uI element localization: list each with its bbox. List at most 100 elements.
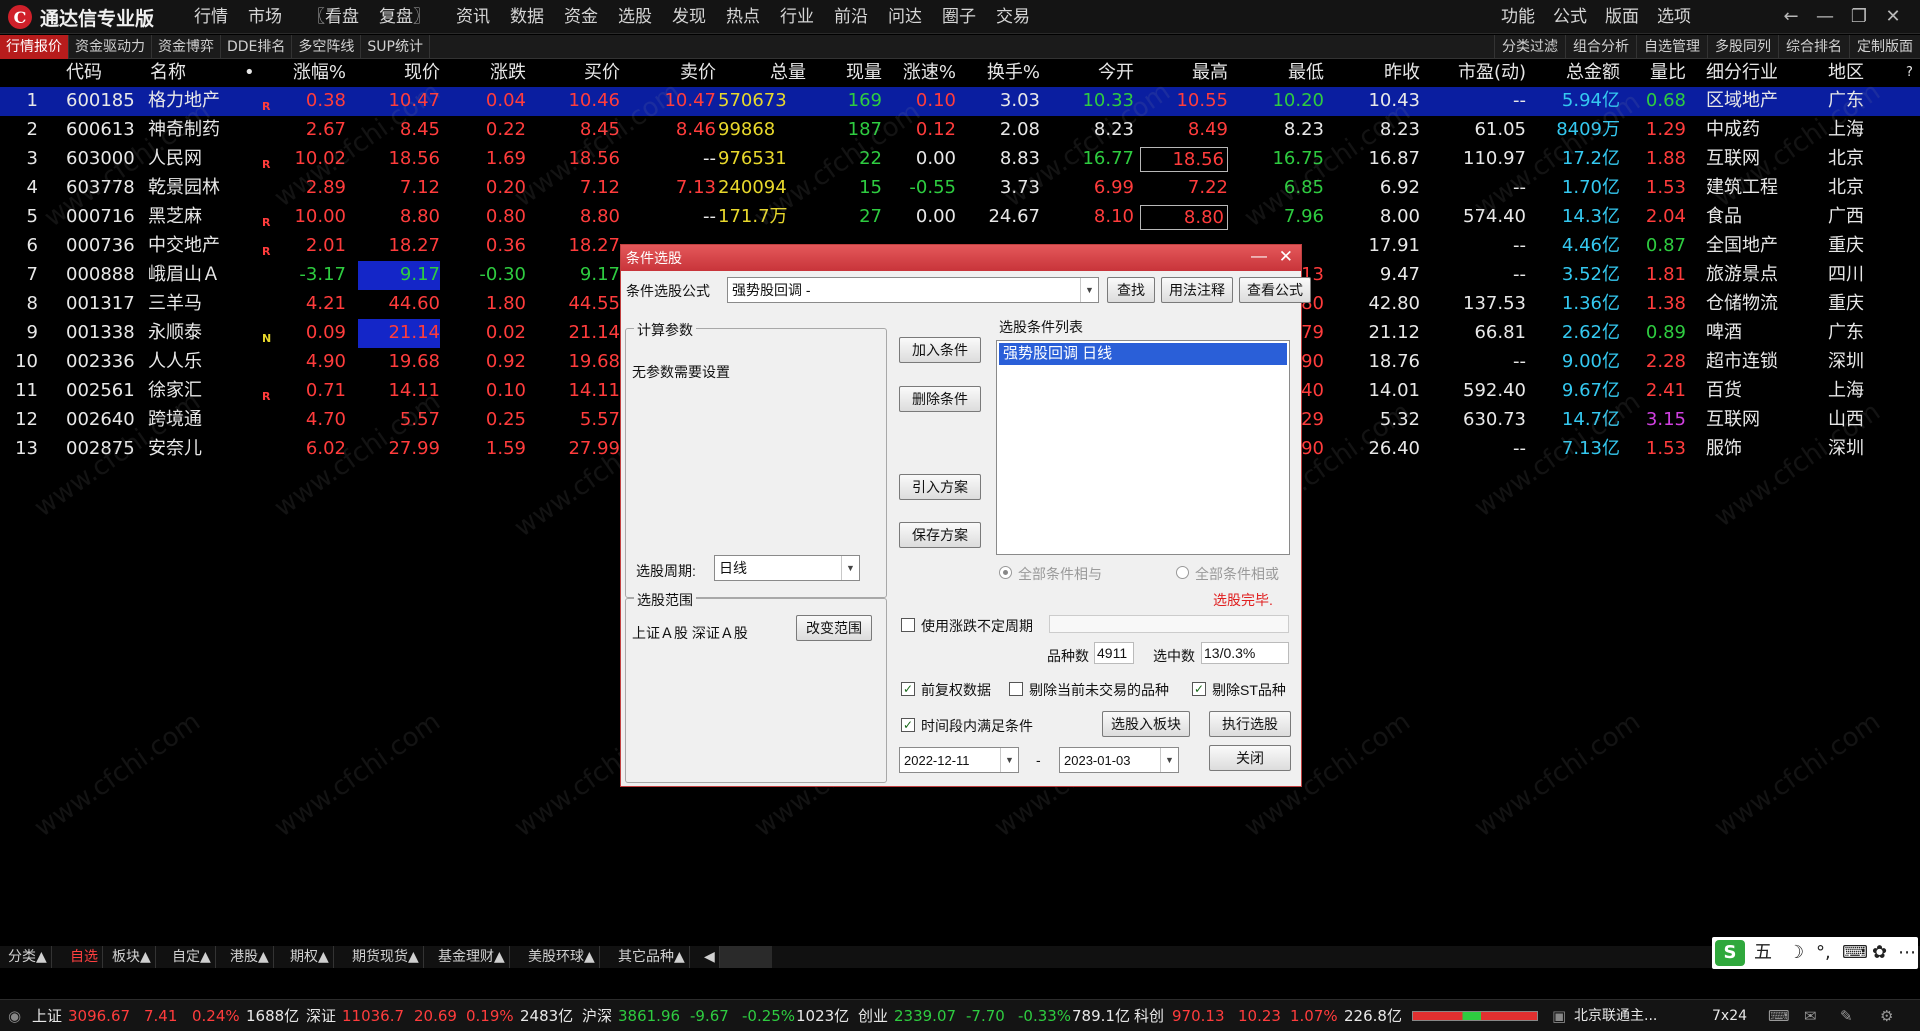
indefinite-period-checkbox[interactable] [901, 618, 915, 632]
function-tab[interactable]: 定制版面 [1849, 35, 1920, 59]
view-formula-button[interactable]: 查看公式 [1239, 277, 1311, 303]
close-dialog-button[interactable]: 关闭 [1209, 745, 1291, 771]
restore-button[interactable]: ❐ [1842, 0, 1876, 34]
menu-item[interactable]: 发现 [662, 0, 716, 34]
date-to-picker[interactable]: 2023-01-03 ▼ [1059, 747, 1179, 773]
right-menu-item[interactable]: 选项 [1648, 0, 1700, 34]
column-header[interactable]: 昨收 [1328, 59, 1420, 87]
exclude-notrade-checkbox[interactable] [1009, 682, 1023, 696]
table-row[interactable]: 5 000716 黑芝麻 R 10.00 8.80 0.80 8.80 -- 171.7万 27 0.… [0, 203, 1920, 232]
column-header[interactable]: 细分行业 [1706, 59, 1816, 87]
ime-key-icon[interactable]: ✿ [1872, 937, 1887, 969]
bottom-tab[interactable]: 板块▲ [108, 946, 156, 968]
exclude-st-checkbox[interactable]: ✓ [1192, 682, 1206, 696]
menu-item[interactable]: 交易 [986, 0, 1040, 34]
cy-label[interactable]: 创业 [858, 1000, 888, 1031]
view-tab[interactable]: 行情报价 [0, 35, 69, 59]
usage-notes-button[interactable]: 用法注释 [1161, 277, 1233, 303]
and-radio[interactable] [999, 566, 1012, 579]
view-tab[interactable]: 资金博弈 [152, 35, 221, 59]
menu-item[interactable]: 选股 [608, 0, 662, 34]
formula-select[interactable]: 强势股回调 - ▼ [727, 277, 1099, 303]
hs-label[interactable]: 沪深 [582, 1000, 612, 1031]
ime-key-icon[interactable]: °, [1816, 937, 1831, 969]
execute-button[interactable]: 执行选股 [1209, 711, 1291, 737]
gear-icon[interactable]: ⚙ [1880, 1000, 1893, 1031]
find-button[interactable]: 查找 [1107, 277, 1155, 303]
column-header[interactable]: 总量 [718, 59, 806, 87]
bottom-tab[interactable]: 自定▲ [168, 946, 216, 968]
table-row[interactable]: 2 600613 神奇制药 2.67 8.45 0.22 8.45 8.46 99868 187 0… [0, 116, 1920, 145]
column-header[interactable]: 现价 [358, 59, 440, 87]
help-icon[interactable]: ? [1906, 59, 1918, 87]
save-scheme-button[interactable]: 保存方案 [899, 522, 981, 548]
menu-item[interactable]: 问达 [878, 0, 932, 34]
function-tab[interactable]: 多股同列 [1707, 35, 1778, 59]
menu-item[interactable]: 行业 [770, 0, 824, 34]
column-header[interactable]: 现量 [812, 59, 882, 87]
function-tab[interactable]: 综合排名 [1778, 35, 1849, 59]
menu-item[interactable]: 数据 [500, 0, 554, 34]
column-header[interactable]: 涨速% [886, 59, 956, 87]
right-menu-item[interactable]: 功能 [1492, 0, 1544, 34]
ime-key-icon[interactable]: 五 [1754, 937, 1772, 969]
app-logo[interactable]: C 通达信专业版 [8, 5, 154, 30]
import-scheme-button[interactable]: 引入方案 [899, 474, 981, 500]
minimize-button[interactable]: — [1808, 0, 1842, 34]
menu-item[interactable]: 资讯 [446, 0, 500, 34]
column-header[interactable]: 涨幅% [278, 59, 346, 87]
column-header[interactable]: 市盈(动) [1424, 59, 1526, 87]
server-name[interactable]: 北京联通主... [1574, 1000, 1657, 1031]
menu-item[interactable]: 前沿 [824, 0, 878, 34]
period-satisfy-checkbox[interactable]: ✓ [901, 718, 915, 732]
kc-label[interactable]: 科创 [1134, 1000, 1164, 1031]
right-menu-item[interactable]: 版面 [1596, 0, 1648, 34]
bottom-tab[interactable]: 期权▲ [286, 946, 334, 968]
to-block-button[interactable]: 选股入板块 [1102, 711, 1190, 737]
view-tab[interactable]: 多空阵线 [292, 35, 362, 59]
column-header[interactable]: 卖价 [622, 59, 716, 87]
right-menu-item[interactable]: 公式 [1544, 0, 1596, 34]
settings-icon[interactable]: ◉ [8, 1000, 21, 1031]
column-header[interactable]: 最低 [1234, 59, 1324, 87]
ime-key-icon[interactable]: ⌨ [1842, 937, 1868, 969]
view-tab[interactable]: SUP统计 [361, 35, 430, 59]
column-header[interactable]: 代码 [66, 59, 146, 87]
column-header[interactable]: 名称 [150, 59, 240, 87]
menu-item[interactable]: 资金 [554, 0, 608, 34]
column-header[interactable]: 地区 [1828, 59, 1878, 87]
table-row[interactable]: 4 603778 乾景园林 2.89 7.12 0.20 7.12 7.13 240094 15 -… [0, 174, 1920, 203]
sz-label[interactable]: 深证 [306, 1000, 336, 1031]
close-button[interactable]: ✕ [1876, 0, 1910, 34]
server-icon[interactable]: ▣ [1552, 1000, 1566, 1031]
column-header[interactable]: • [244, 59, 258, 87]
function-tab[interactable]: 组合分析 [1565, 35, 1636, 59]
menu-item[interactable]: 圈子 [932, 0, 986, 34]
condition-list-item[interactable]: 强势股回调 日线 [999, 343, 1287, 365]
column-header[interactable]: 量比 [1624, 59, 1686, 87]
change-range-button[interactable]: 改变范围 [796, 615, 872, 641]
tools-icon[interactable]: ✎ [1840, 1000, 1853, 1031]
function-tab[interactable]: 自选管理 [1636, 35, 1707, 59]
view-tab[interactable]: 资金驱动力 [69, 35, 152, 59]
period-select[interactable]: 日线 ▼ [714, 555, 860, 581]
column-header[interactable]: 最高 [1140, 59, 1228, 87]
dialog-minimize-icon[interactable]: — [1251, 245, 1267, 269]
column-header[interactable]: 买价 [530, 59, 620, 87]
menu-item[interactable]: 〖看盘 [298, 0, 369, 34]
menu-item[interactable]: 热点 [716, 0, 770, 34]
dialog-close-icon[interactable]: ✕ [1279, 245, 1293, 269]
delete-condition-button[interactable]: 删除条件 [899, 386, 981, 412]
menu-item[interactable]: 市场 [238, 0, 292, 34]
column-header[interactable]: 今开 [1044, 59, 1134, 87]
menu-item[interactable]: 行情 [184, 0, 238, 34]
sogou-logo-icon[interactable]: S [1715, 940, 1745, 966]
bottom-tab[interactable]: 期货现货▲ [348, 946, 424, 968]
ime-key-icon[interactable]: ☽ [1788, 937, 1804, 969]
bottom-tab[interactable]: 美股环球▲ [524, 946, 600, 968]
condition-list[interactable]: 强势股回调 日线 [996, 340, 1290, 555]
column-header[interactable]: 换手% [960, 59, 1040, 87]
bottom-tab[interactable]: ◀ [700, 946, 720, 968]
back-icon[interactable]: ← [1774, 0, 1808, 34]
fq-checkbox[interactable]: ✓ [901, 682, 915, 696]
